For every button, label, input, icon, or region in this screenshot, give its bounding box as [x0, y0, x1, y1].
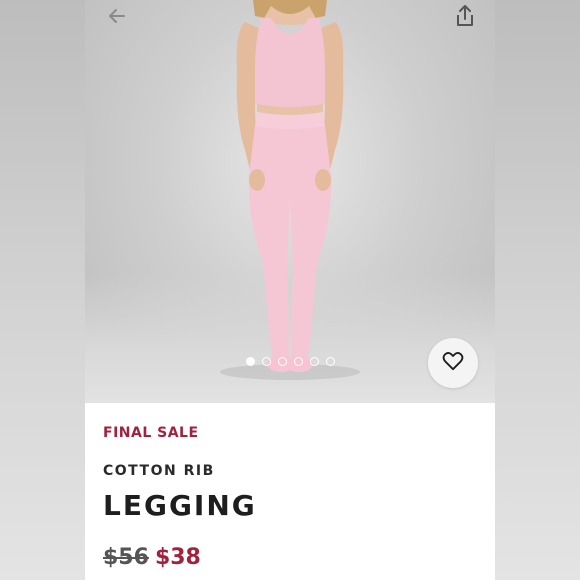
gallery-dot-6[interactable] — [325, 357, 335, 366]
product-collection: COTTON RIB — [103, 463, 215, 479]
gallery-dot-5[interactable] — [309, 357, 319, 366]
gallery-dot-3[interactable] — [277, 357, 287, 366]
share-button[interactable] — [451, 4, 479, 32]
product-title: LEGGING — [103, 489, 257, 522]
sale-price: $38 — [154, 545, 201, 570]
product-screen: FINAL SALE COTTON RIB LEGGING $56 $38 — [85, 0, 495, 580]
favorite-button[interactable] — [428, 338, 478, 388]
original-price: $56 — [103, 545, 149, 570]
top-navigation — [85, 0, 495, 36]
arrow-left-icon — [108, 8, 126, 29]
gallery-dot-4[interactable] — [293, 357, 303, 366]
gallery-dot-1[interactable] — [245, 357, 255, 366]
back-button[interactable] — [103, 4, 131, 32]
product-image[interactable] — [85, 0, 495, 403]
background-left-blur — [0, 0, 85, 580]
share-icon — [455, 4, 475, 32]
price-block: $56 $38 — [103, 545, 201, 570]
gallery-dot-2[interactable] — [261, 357, 271, 366]
final-sale-badge: FINAL SALE — [103, 425, 199, 441]
background-right-blur — [495, 0, 580, 580]
model-figure — [220, 0, 360, 380]
product-info: FINAL SALE COTTON RIB LEGGING $56 $38 — [85, 403, 495, 580]
heart-icon — [442, 351, 464, 376]
